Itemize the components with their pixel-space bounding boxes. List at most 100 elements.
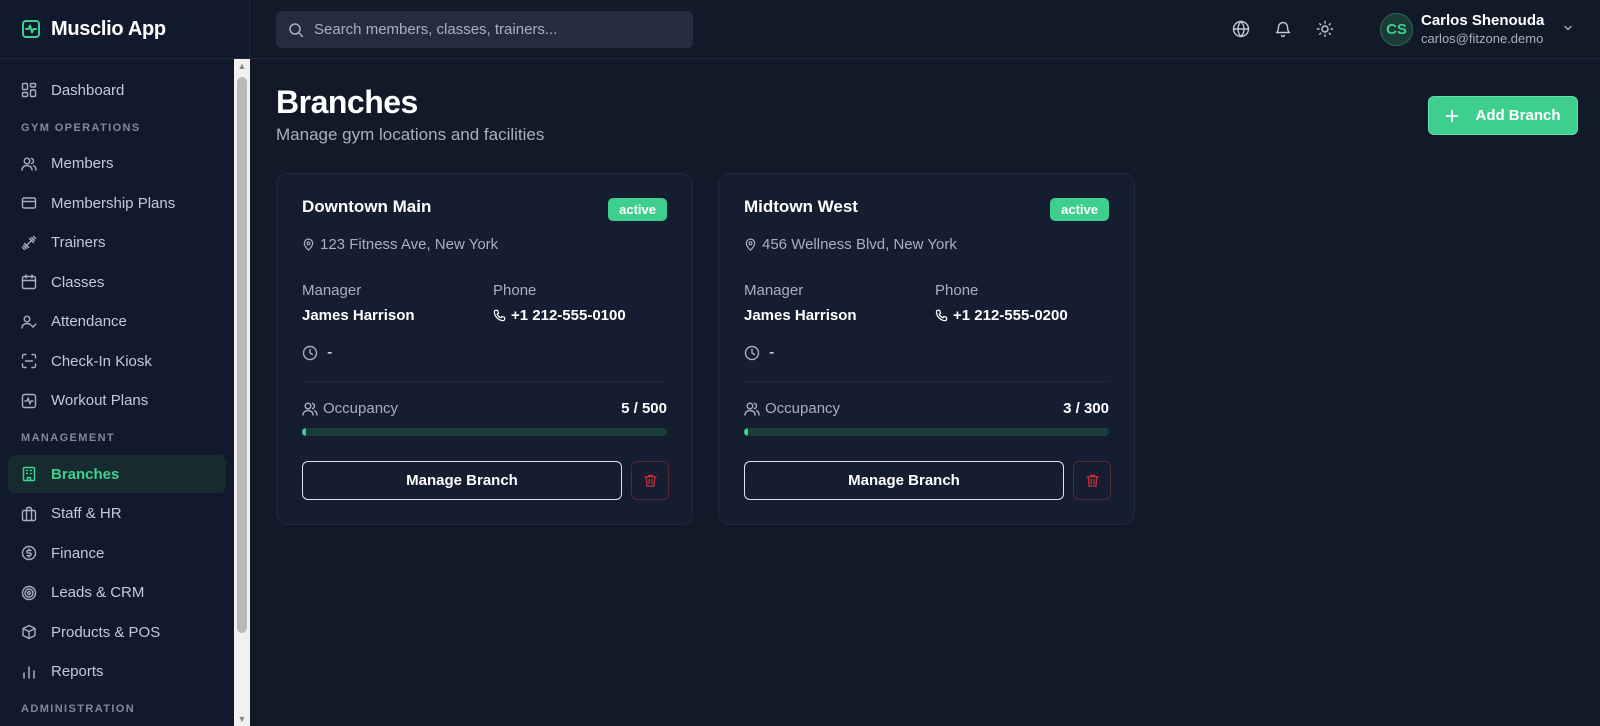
plus-icon: [1445, 109, 1459, 123]
sidebar-scrollbar[interactable]: ▲ ▼: [234, 59, 250, 726]
users-icon: [21, 156, 37, 172]
sidebar-nav: Dashboard GYM OPERATIONS Members Members…: [0, 59, 234, 726]
sidebar-item-label: Leads & CRM: [51, 584, 145, 601]
package-icon: [21, 624, 37, 640]
globe-icon[interactable]: [1232, 20, 1250, 38]
occupancy-bar: [302, 428, 667, 436]
sidebar-item-label: Attendance: [51, 313, 127, 330]
users-icon: [744, 401, 760, 417]
sidebar-item-check-in-kiosk[interactable]: Check-In Kiosk: [8, 342, 226, 380]
divider: [302, 381, 667, 382]
status-badge: active: [608, 198, 667, 221]
sidebar-item-label: Reports: [51, 663, 104, 680]
dashboard-icon: [21, 82, 37, 98]
manage-branch-button[interactable]: Manage Branch: [302, 461, 622, 500]
phone-text: +1 212-555-0200: [953, 307, 1068, 324]
branch-name: Midtown West: [744, 197, 858, 216]
branch-name: Downtown Main: [302, 197, 432, 216]
hours-text: -: [769, 344, 775, 361]
manager-label: Manager: [302, 282, 362, 299]
sidebar-item-branches[interactable]: Branches: [8, 455, 226, 493]
search-box[interactable]: [276, 11, 693, 48]
sidebar-item-membership-plans[interactable]: Membership Plans: [8, 184, 226, 222]
phone-label: Phone: [493, 282, 537, 299]
briefcase-icon: [21, 506, 37, 522]
delete-branch-button[interactable]: [631, 461, 669, 500]
dumbbell-icon: [21, 235, 37, 251]
scroll-up-arrow-icon[interactable]: ▲: [234, 59, 250, 73]
sidebar-item-trainers[interactable]: Trainers: [8, 224, 226, 262]
sidebar-item-reports[interactable]: Reports: [8, 653, 226, 691]
scroll-down-arrow-icon[interactable]: ▼: [234, 712, 250, 726]
users-icon: [302, 401, 318, 417]
dollar-icon: [21, 545, 37, 561]
address-text: 123 Fitness Ave, New York: [320, 236, 499, 253]
trash-icon: [1085, 473, 1100, 488]
manager-name: James Harrison: [302, 307, 415, 324]
phone-value: +1 212-555-0200: [935, 307, 1068, 324]
sidebar-item-label: Dashboard: [51, 81, 125, 99]
sidebar-item-label: Trainers: [51, 234, 106, 251]
branch-address: 123 Fitness Ave, New York: [302, 236, 498, 253]
address-text: 456 Wellness Blvd, New York: [762, 236, 957, 253]
phone-text: +1 212-555-0100: [511, 307, 626, 324]
manage-branch-button[interactable]: Manage Branch: [744, 461, 1064, 500]
chevron-down-icon[interactable]: [1562, 22, 1574, 34]
app-title: Musclio App: [51, 17, 166, 40]
scan-icon: [21, 353, 37, 369]
sidebar-item-members[interactable]: Members: [8, 145, 226, 183]
delete-branch-button[interactable]: [1073, 461, 1111, 500]
sidebar-item-workout-plans[interactable]: Workout Plans: [8, 382, 226, 420]
activity-icon: [21, 19, 41, 39]
section-administration: ADMINISTRATION: [21, 703, 136, 715]
search-input[interactable]: [314, 21, 674, 38]
sidebar-item-label: Branches: [51, 465, 120, 483]
map-pin-icon: [302, 238, 315, 251]
sidebar: Musclio App Dashboard GYM OPERATIONS Mem…: [0, 0, 250, 726]
page-title: Branches: [276, 84, 418, 120]
search-icon: [288, 22, 304, 38]
occupancy-label-text: Occupancy: [323, 400, 399, 417]
add-branch-button[interactable]: Add Branch: [1428, 96, 1578, 135]
calendar-icon: [21, 274, 37, 290]
activity-icon: [21, 393, 37, 409]
sidebar-item-products-pos[interactable]: Products & POS: [8, 613, 226, 651]
divider: [744, 381, 1109, 382]
sidebar-item-classes[interactable]: Classes: [8, 263, 226, 301]
user-name[interactable]: Carlos Shenouda: [1421, 12, 1544, 29]
sidebar-item-label: Finance: [51, 544, 105, 562]
sidebar-item-staff-hr[interactable]: Staff & HR: [8, 495, 226, 533]
phone-icon: [493, 309, 506, 322]
occupancy-label: Occupancy: [744, 400, 840, 417]
branch-card: Midtown West active 456 Wellness Blvd, N…: [718, 173, 1135, 525]
sidebar-item-finance[interactable]: Finance: [8, 534, 226, 572]
manager-name: James Harrison: [744, 307, 857, 324]
brand[interactable]: Musclio App: [0, 0, 249, 59]
add-branch-label: Add Branch: [1475, 107, 1561, 124]
clock-icon: [744, 345, 760, 361]
avatar[interactable]: CS: [1380, 13, 1413, 46]
occupancy-bar: [744, 428, 1109, 436]
section-gym-operations: GYM OPERATIONS: [21, 121, 141, 134]
scrollbar-thumb[interactable]: [237, 77, 247, 633]
branch-hours: -: [302, 344, 332, 362]
occupancy-value: 3 / 300: [1063, 400, 1109, 417]
trash-icon: [643, 473, 658, 488]
sun-icon[interactable]: [1316, 20, 1334, 38]
phone-icon: [935, 309, 948, 322]
sidebar-item-label: Workout Plans: [51, 392, 149, 409]
sidebar-item-attendance[interactable]: Attendance: [8, 303, 226, 341]
topbar: CS Carlos Shenouda carlos@fitzone.demo: [250, 0, 1600, 59]
occupancy-bar-fill: [302, 428, 306, 436]
sidebar-item-label: Products & POS: [51, 623, 161, 641]
map-pin-icon: [744, 238, 757, 251]
sidebar-item-dashboard[interactable]: Dashboard: [8, 71, 226, 109]
branch-hours: -: [744, 344, 774, 362]
occupancy-bar-fill: [744, 428, 748, 436]
credit-card-icon: [21, 195, 37, 211]
sidebar-item-leads-crm[interactable]: Leads & CRM: [8, 574, 226, 612]
bell-icon[interactable]: [1274, 20, 1292, 38]
phone-label: Phone: [935, 282, 979, 299]
hours-text: -: [327, 344, 333, 361]
sidebar-item-label: Check-In Kiosk: [51, 352, 152, 370]
